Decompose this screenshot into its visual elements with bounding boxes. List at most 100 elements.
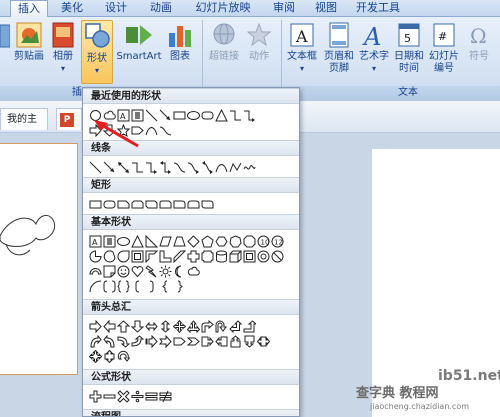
tab-developer[interactable]: 开发工具	[352, 0, 404, 17]
slide-number-button[interactable]: # 幻灯片 编号	[427, 21, 461, 81]
tab-insert[interactable]: 插入	[10, 0, 48, 18]
cloud-shape-icon[interactable]	[187, 265, 200, 278]
up-down-arrow-callout-shape-icon[interactable]	[103, 350, 116, 363]
bevel-shape-icon[interactable]	[243, 250, 256, 263]
left-brace-shape-icon[interactable]	[159, 280, 172, 293]
rectangle-shape-icon[interactable]	[173, 109, 186, 122]
parallelogram-shape-icon[interactable]	[159, 235, 172, 248]
curved-double-arrow-connector-shape-icon[interactable]	[201, 161, 214, 174]
elbow-double-arrow-connector-shape-icon[interactable]	[159, 161, 172, 174]
u-turn-arrow-shape-icon[interactable]	[215, 320, 228, 333]
right-bracket-shape-icon[interactable]	[145, 280, 158, 293]
diamond-shape-icon[interactable]	[187, 235, 200, 248]
up-arrow-callout-shape-icon[interactable]	[229, 335, 242, 348]
plaque-shape-icon[interactable]	[201, 250, 214, 263]
equal-shape-icon[interactable]	[145, 390, 158, 403]
elbow-connector-shape-icon[interactable]	[131, 161, 144, 174]
snip-round-rectangle-shape-icon[interactable]	[159, 198, 172, 211]
folded-corner-shape-icon[interactable]	[103, 265, 116, 278]
plus-shape-icon[interactable]	[89, 390, 102, 403]
vertical-textbox-shape-icon[interactable]	[103, 235, 116, 248]
curved-arrow-connector-shape-icon[interactable]	[187, 161, 200, 174]
rectangle-shape-icon[interactable]	[89, 198, 102, 211]
line-shape-icon[interactable]	[89, 161, 102, 174]
rounded-rectangle-shape-icon[interactable]	[103, 198, 116, 211]
curved-connector-shape-icon[interactable]	[173, 161, 186, 174]
down-arrow-callout-shape-icon[interactable]	[243, 335, 256, 348]
elbow-arrow-connector-shape-icon[interactable]	[145, 161, 158, 174]
quad-arrow-callout-shape-icon[interactable]	[89, 350, 102, 363]
scribble-shape-icon[interactable]	[243, 161, 256, 174]
frame-shape-icon[interactable]	[131, 250, 144, 263]
cut-off-button[interactable]	[0, 21, 10, 71]
donut-shape-icon[interactable]	[257, 250, 270, 263]
pentagon-arrow-shape-icon[interactable]	[173, 335, 186, 348]
wordart-button[interactable]: A 艺术字 ▾	[357, 21, 391, 81]
quad-arrow-shape-icon[interactable]	[173, 320, 186, 333]
left-right-arrow-callout-shape-icon[interactable]	[257, 335, 270, 348]
notched-right-arrow-shape-icon[interactable]	[159, 335, 172, 348]
pie-shape-icon[interactable]	[89, 250, 102, 263]
bent-up-arrow-shape-icon[interactable]	[243, 320, 256, 333]
no-symbol-shape-icon[interactable]	[271, 250, 284, 263]
curve-shape-icon[interactable]	[215, 161, 228, 174]
divide-shape-icon[interactable]	[131, 390, 144, 403]
action-button[interactable]: 动作	[244, 21, 274, 71]
curved-down-arrow-shape-icon[interactable]	[131, 335, 144, 348]
double-bracket-shape-icon[interactable]	[103, 280, 116, 293]
up-arrow-shape-icon[interactable]	[117, 320, 130, 333]
right-triangle-shape-icon[interactable]	[145, 235, 158, 248]
left-arrow-shape-icon[interactable]	[103, 320, 116, 333]
minus-shape-icon[interactable]	[103, 390, 116, 403]
right-brace-shape-icon[interactable]	[173, 280, 186, 293]
curved-left-arrow-shape-icon[interactable]	[103, 335, 116, 348]
cross-shape-icon[interactable]	[187, 250, 200, 263]
line-shape-icon[interactable]	[145, 109, 158, 122]
block-arc-shape-icon[interactable]	[89, 265, 102, 278]
right-arrow-shape-icon[interactable]	[89, 320, 102, 333]
snip-corner-rectangle-shape-icon[interactable]	[117, 198, 130, 211]
moon-shape-icon[interactable]	[173, 265, 186, 278]
slide-thumbnail-pane[interactable]	[0, 143, 78, 375]
decagon-shape-icon[interactable]: 10	[257, 235, 270, 248]
smiley-face-shape-icon[interactable]	[117, 265, 130, 278]
curved-up-arrow-shape-icon[interactable]	[117, 335, 130, 348]
round-same-side-rectangle-shape-icon[interactable]	[187, 198, 200, 211]
oval-shape-icon[interactable]	[117, 235, 130, 248]
heptagon-shape-icon[interactable]	[229, 235, 242, 248]
left-arrow-callout-shape-icon[interactable]	[215, 335, 228, 348]
cube-shape-icon[interactable]	[229, 250, 242, 263]
ellipse-shape-icon[interactable]	[187, 109, 200, 122]
lightning-bolt-shape-icon[interactable]	[145, 265, 158, 278]
tab-review[interactable]: 审阅	[268, 0, 300, 17]
circular-arrow-shape-icon[interactable]	[117, 350, 130, 363]
diagonal-stripe-shape-icon[interactable]	[173, 250, 186, 263]
double-arrow-line-shape-icon[interactable]	[117, 161, 130, 174]
curved-arrow-connector-shape-icon[interactable]	[159, 124, 172, 137]
chord-shape-icon[interactable]	[103, 250, 116, 263]
double-brace-shape-icon[interactable]	[117, 280, 130, 293]
shapes-button[interactable]: 形状 ▾	[81, 20, 113, 84]
trapezoid-shape-icon[interactable]	[173, 235, 186, 248]
tab-view[interactable]: 视图	[310, 0, 342, 17]
arc-shape-icon[interactable]	[89, 280, 102, 293]
sun-shape-icon[interactable]	[159, 265, 172, 278]
left-right-arrow-shape-icon[interactable]	[145, 320, 158, 333]
elbow-connector-shape-icon[interactable]	[229, 109, 242, 122]
half-frame-shape-icon[interactable]	[145, 250, 158, 263]
up-down-arrow-shape-icon[interactable]	[159, 320, 172, 333]
smartart-button[interactable]: SmartArt	[115, 21, 163, 71]
textbox-shape-icon[interactable]: A	[89, 235, 102, 248]
not-equal-shape-icon[interactable]	[159, 390, 172, 403]
arrow-line-shape-icon[interactable]	[159, 109, 172, 122]
teardrop-shape-icon[interactable]	[117, 250, 130, 263]
heart-shape-icon[interactable]	[131, 265, 144, 278]
freeform-shape-icon[interactable]	[229, 161, 242, 174]
album-button[interactable]: 相册 ▾	[48, 21, 78, 81]
can-shape-icon[interactable]	[215, 250, 228, 263]
dodecagon-shape-icon[interactable]: 12	[271, 235, 284, 248]
doc-tab-presentation[interactable]: P	[56, 108, 82, 130]
curve-shape-icon[interactable]	[145, 124, 158, 137]
octagon-shape-icon[interactable]	[243, 235, 256, 248]
hexagon-shape-icon[interactable]	[215, 235, 228, 248]
